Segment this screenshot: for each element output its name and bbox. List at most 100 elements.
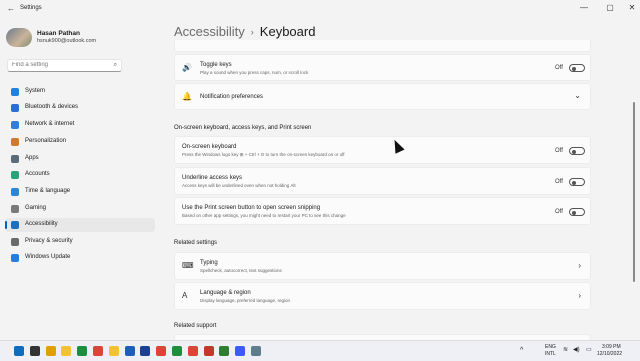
maximize-icon[interactable]: ▢ <box>603 3 617 12</box>
sidebar-item-personalization[interactable]: Personalization <box>5 135 155 149</box>
sidebar-item-label: Personalization <box>25 138 67 144</box>
taskbar-app-icon[interactable] <box>172 346 182 356</box>
notification-preferences-card[interactable]: 🔔 Notification preferences ⌄ <box>174 83 591 110</box>
card-description: Press the Windows logo key ⊞ + Ctrl + O … <box>182 152 345 157</box>
sidebar-item-time-language[interactable]: Time & language <box>5 185 155 199</box>
sidebar-item-system[interactable]: System <box>5 85 155 99</box>
back-arrow-icon[interactable]: ← <box>7 4 15 13</box>
taskbar-app-icon[interactable] <box>45 346 56 356</box>
section-title-onscreen: On-screen keyboard, access keys, and Pri… <box>174 125 312 131</box>
start-icon[interactable] <box>14 346 24 356</box>
taskbar-app-icon[interactable] <box>156 346 167 356</box>
volume-icon[interactable]: ◀) <box>573 346 580 353</box>
sidebar-item-label: Windows Update <box>25 254 71 260</box>
window-title: Settings <box>20 5 42 11</box>
sidebar-item-icon <box>11 171 19 179</box>
active-indicator <box>5 221 7 229</box>
onscreen-keyboard-card[interactable]: On-screen keyboard Press the Windows logo… <box>174 136 591 164</box>
user-email: hsnuk900@outlook.com <box>37 38 97 44</box>
card-title: Typing <box>200 260 218 266</box>
tray-chevron-icon[interactable]: ^ <box>520 347 523 354</box>
sidebar-item-label: System <box>25 88 46 94</box>
language-top[interactable]: ENG <box>545 344 556 350</box>
taskbar-app-icon[interactable] <box>251 346 261 356</box>
language-bottom[interactable]: INTL <box>545 351 556 357</box>
minimize-icon[interactable]: — <box>577 3 591 12</box>
underline-access-keys-card[interactable]: Underline access keys Access keys will be… <box>174 167 591 195</box>
breadcrumb-parent[interactable]: Accessibility <box>174 24 245 39</box>
toggle-switch[interactable] <box>569 208 585 216</box>
section-title-related-settings: Related settings <box>174 240 218 246</box>
taskbar-app-icon[interactable] <box>140 346 151 356</box>
toggle-knob <box>572 149 576 154</box>
typing-card[interactable]: ⌨ Typing Spellcheck, autocorrect, text s… <box>174 252 591 280</box>
taskbar-app-icon[interactable] <box>29 346 40 356</box>
sidebar-item-label: Apps <box>25 155 39 161</box>
toggle-knob <box>572 180 576 185</box>
chevron-right-icon[interactable]: › <box>578 291 581 300</box>
toggle-state: Off <box>555 179 563 185</box>
sidebar-item-icon <box>11 138 19 146</box>
card-description: Spellcheck, autocorrect, text suggestion… <box>200 268 282 273</box>
sidebar-item-label: Accessibility <box>25 221 58 227</box>
user-name: Hasan Pathan <box>37 30 80 37</box>
keyboard-icon: ⌨ <box>182 261 194 270</box>
chevron-right-icon[interactable]: › <box>578 261 581 270</box>
sidebar-item-accessibility[interactable]: Accessibility <box>5 218 155 232</box>
sidebar-item-label: Privacy & security <box>25 238 73 244</box>
battery-icon[interactable]: ▭ <box>586 346 592 353</box>
keyboard-sound-icon: 🔊 <box>182 63 192 72</box>
print-screen-snipping-card[interactable]: Use the Print screen button to open scre… <box>174 197 591 225</box>
card-title: Language & region <box>200 290 251 296</box>
taskbar-app-icon[interactable] <box>77 346 88 356</box>
breadcrumb-separator: › <box>250 27 254 37</box>
taskbar-app-icon[interactable] <box>187 346 198 356</box>
sidebar-item-windows-update[interactable]: Windows Update <box>5 251 155 265</box>
sidebar-item-bluetooth-devices[interactable]: Bluetooth & devices <box>5 101 155 115</box>
bell-icon: 🔔 <box>182 92 192 101</box>
sidebar-item-icon <box>11 121 19 129</box>
taskbar-app-icon[interactable] <box>108 346 119 356</box>
card-title: On-screen keyboard <box>182 144 237 150</box>
card-title: Notification preferences <box>200 94 264 100</box>
sidebar-item-network-internet[interactable]: Network & internet <box>5 118 155 132</box>
card-description: Display language, preferred language, re… <box>200 298 291 303</box>
toggle-keys-switch[interactable] <box>569 64 585 72</box>
clock-date[interactable]: 12/10/2022 <box>597 351 622 357</box>
scrollbar[interactable] <box>633 102 635 282</box>
taskbar-app-icon[interactable] <box>219 346 230 356</box>
search-input[interactable] <box>12 62 102 68</box>
toggle-keys-card[interactable]: 🔊 Toggle keys Play a sound when you pres… <box>174 54 591 81</box>
clock-time[interactable]: 3:09 PM <box>602 344 621 350</box>
wifi-icon[interactable]: ≋ <box>563 346 568 353</box>
toggle-switch[interactable] <box>569 178 585 186</box>
search-icon[interactable]: ⌕ <box>114 62 117 69</box>
taskbar-app-icon[interactable] <box>61 346 72 356</box>
sidebar-item-gaming[interactable]: Gaming <box>5 202 155 216</box>
taskbar-app-icon[interactable] <box>93 346 103 356</box>
card-description: Access keys will be underlined even when… <box>182 183 296 188</box>
taskbar-app-icon[interactable] <box>235 346 246 356</box>
sidebar-item-label: Bluetooth & devices <box>25 104 79 110</box>
sidebar-item-icon <box>11 188 19 196</box>
close-icon[interactable]: ✕ <box>625 3 639 12</box>
sidebar-item-apps[interactable]: Apps <box>5 152 155 166</box>
taskbar: ^ ENG INTL ≋ ◀) ▭ 3:09 PM 12/10/2022 <box>0 340 640 361</box>
sidebar-item-label: Network & internet <box>25 121 75 127</box>
page-title: Keyboard <box>259 24 316 39</box>
search-box[interactable]: ⌕ <box>7 59 122 72</box>
sidebar-item-icon <box>11 88 19 96</box>
taskbar-app-icon[interactable] <box>203 346 214 356</box>
chevron-down-icon[interactable]: ⌄ <box>574 91 581 100</box>
sidebar-item-privacy-security[interactable]: Privacy & security <box>5 235 155 249</box>
breadcrumb: Accessibility › Keyboard <box>174 24 315 39</box>
sidebar-item-label: Gaming <box>25 205 47 211</box>
sidebar-item-accounts[interactable]: Accounts <box>5 168 155 182</box>
toggle-state: Off <box>555 209 563 215</box>
toggle-state: Off <box>555 148 563 154</box>
avatar[interactable] <box>6 28 32 47</box>
language-region-card[interactable]: A Language & region Display language, pr… <box>174 282 591 310</box>
sidebar-item-icon <box>11 155 19 163</box>
taskbar-app-icon[interactable] <box>124 346 135 356</box>
toggle-switch[interactable] <box>569 147 585 155</box>
